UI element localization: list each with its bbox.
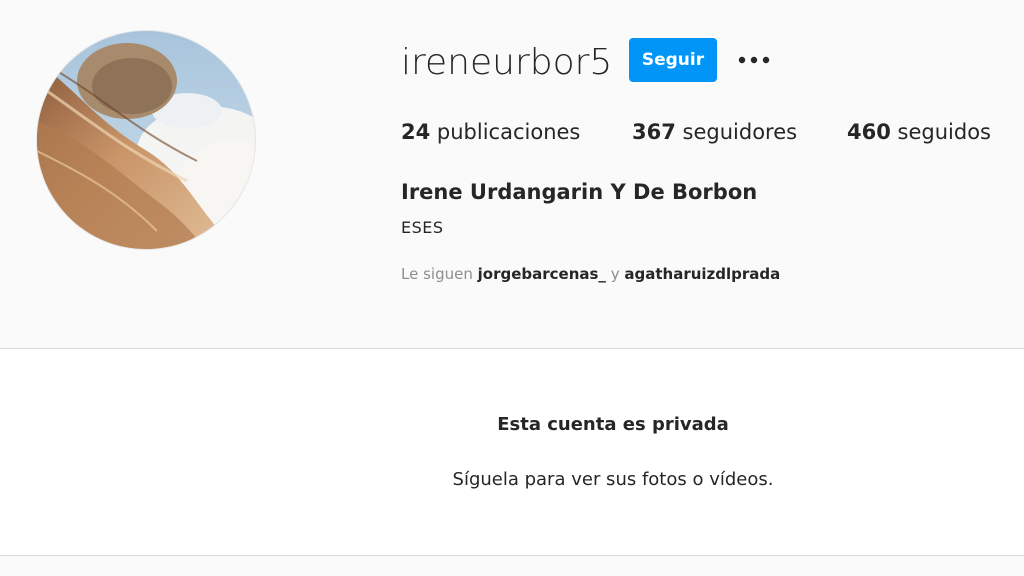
- following-label: seguidos: [897, 120, 991, 144]
- following-count: 460: [847, 120, 891, 144]
- more-horizontal-icon: [738, 56, 770, 64]
- stat-followers[interactable]: 367 seguidores: [632, 116, 797, 148]
- avatar-photo: [37, 31, 255, 249]
- posts-count: 24: [401, 120, 431, 144]
- avatar[interactable]: [36, 30, 256, 250]
- private-notice-title: Esta cuenta es privada: [497, 414, 729, 435]
- stat-posts: 24 publicaciones: [401, 116, 580, 148]
- stat-following[interactable]: 460 seguidos: [847, 116, 991, 148]
- profile-page: ireneurbor5 Seguir 24 publicaciones 367 …: [0, 0, 1024, 576]
- profile-username: ireneurbor5: [401, 42, 613, 83]
- private-account-notice: Esta cuenta es privada Síguela para ver …: [0, 349, 1024, 556]
- followers-count: 367: [632, 120, 676, 144]
- follow-button[interactable]: Seguir: [629, 38, 717, 82]
- profile-full-name: Irene Urdangarin Y De Borbon: [401, 180, 758, 204]
- private-notice-subtitle: Síguela para ver sus fotos o vídeos.: [452, 469, 774, 490]
- followed-by-account-2[interactable]: agatharuizdlprada: [624, 265, 780, 283]
- profile-bio: ESES: [401, 218, 444, 237]
- profile-header: ireneurbor5 Seguir 24 publicaciones 367 …: [0, 0, 1024, 349]
- followers-label: seguidores: [682, 120, 798, 144]
- followed-by-connector: y: [610, 265, 620, 283]
- followed-by-account-1[interactable]: jorgebarcenas_: [478, 265, 606, 283]
- more-options-button[interactable]: [733, 44, 775, 76]
- followed-by: Le siguen jorgebarcenas_ y agatharuizdlp…: [401, 262, 780, 286]
- followed-by-prefix: Le siguen: [401, 265, 473, 283]
- posts-label: publicaciones: [436, 120, 581, 144]
